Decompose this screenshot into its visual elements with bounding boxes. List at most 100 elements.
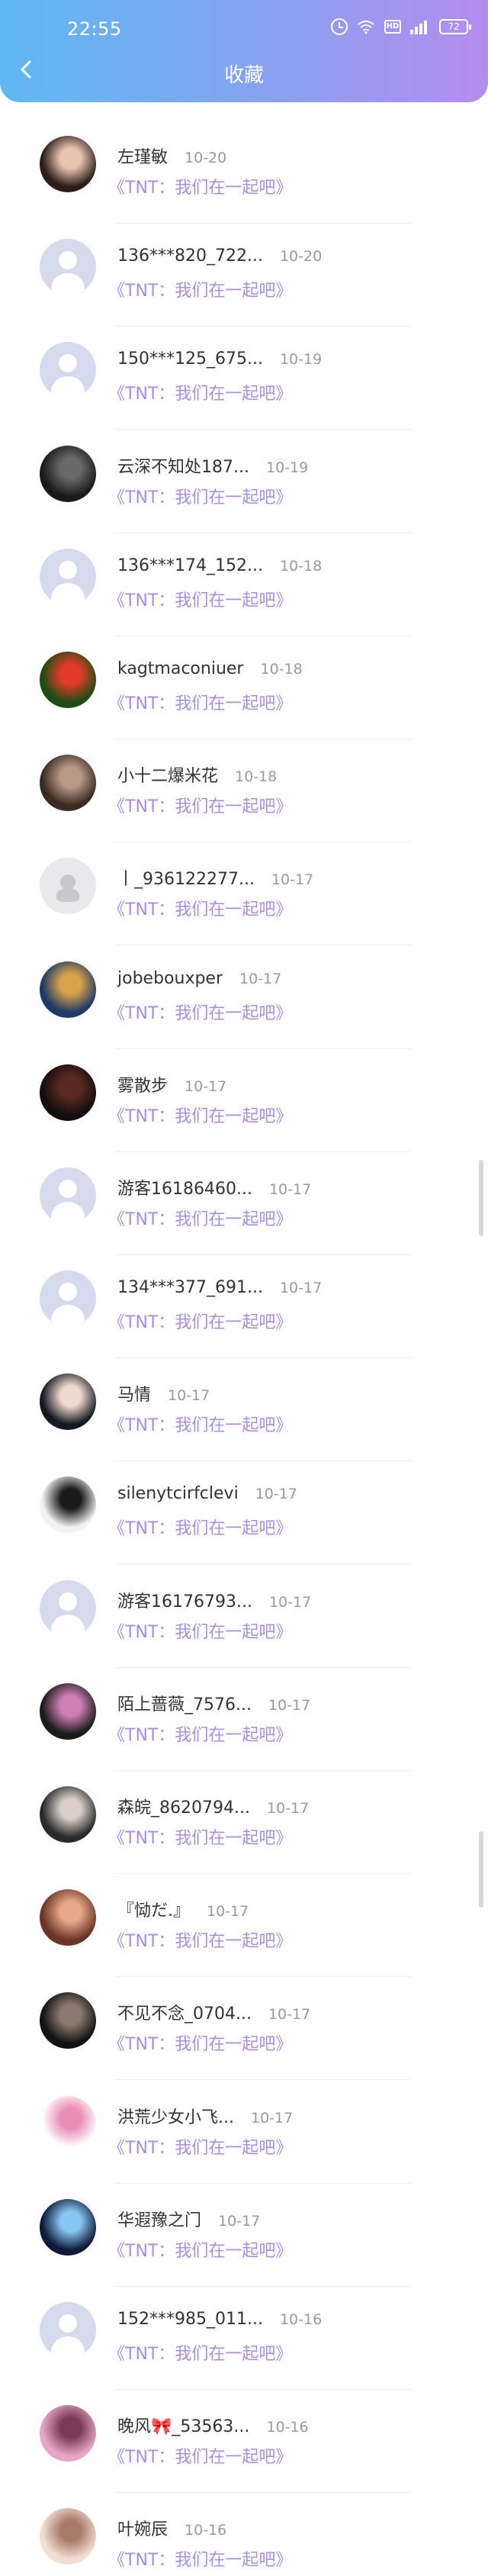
list-item[interactable]: 150***125_675... 10-19 《TNT：我们在一起吧》 — [0, 328, 488, 431]
avatar[interactable] — [40, 1167, 96, 1224]
scrollbar-thumb[interactable] — [479, 1831, 483, 1908]
list-item[interactable]: silenytcirfclevi 10-17 《TNT：我们在一起吧》 — [0, 1463, 488, 1566]
list-item[interactable]: 陌上蔷薇_7576... 10-17 《TNT：我们在一起吧》 — [0, 1670, 488, 1773]
user-name[interactable]: 马情 10-17 — [117, 1381, 210, 1406]
list-item[interactable]: 森皖_8620794... 10-17 《TNT：我们在一起吧》 — [0, 1773, 488, 1876]
avatar[interactable] — [40, 2095, 96, 2153]
avatar[interactable] — [40, 445, 96, 502]
list-item[interactable]: 云深不知处187... 10-19 《TNT：我们在一起吧》 — [0, 432, 488, 535]
user-name[interactable]: 游客16186460... 10-17 — [117, 1175, 311, 1199]
work-title-link[interactable]: 《TNT：我们在一起吧》 — [108, 2030, 292, 2055]
work-title-link[interactable]: 《TNT：我们在一起吧》 — [108, 1824, 292, 1849]
work-title-link[interactable]: 《TNT：我们在一起吧》 — [108, 277, 292, 301]
user-name[interactable]: 小十二爆米花 10-18 — [117, 762, 277, 787]
work-title-link[interactable]: 《TNT：我们在一起吧》 — [108, 1721, 292, 1746]
avatar[interactable] — [40, 2198, 96, 2256]
avatar[interactable] — [40, 1270, 96, 1328]
list-item[interactable]: 游客16186460... 10-17 《TNT：我们在一起吧》 — [0, 1154, 488, 1257]
user-name[interactable]: 云深不知处187... 10-19 — [117, 453, 308, 478]
scrollbar-thumb[interactable] — [479, 1160, 483, 1236]
user-name-text: jobebouxper — [117, 968, 223, 988]
list-item[interactable]: 136***820_722... 10-20 《TNT：我们在一起吧》 — [0, 225, 488, 328]
work-title-link[interactable]: 《TNT：我们在一起吧》 — [108, 1309, 292, 1333]
work-title-link[interactable]: 《TNT：我们在一起吧》 — [108, 1515, 292, 1539]
user-name[interactable]: 不见不念_0704... 10-17 — [117, 2000, 310, 2024]
work-title-link[interactable]: 《TNT：我们在一起吧》 — [108, 2546, 292, 2571]
user-name[interactable]: 华遐豫之门 10-17 — [117, 2207, 260, 2231]
list-item[interactable]: 叶婉辰 10-16 《TNT：我们在一起吧》 — [0, 2494, 488, 2576]
list-item[interactable]: 雾散步 10-17 《TNT：我们在一起吧》 — [0, 1051, 488, 1154]
user-name[interactable]: 150***125_675... 10-19 — [117, 349, 322, 369]
work-title-link[interactable]: 《TNT：我们在一起吧》 — [108, 1927, 292, 1952]
avatar[interactable] — [40, 136, 96, 192]
list-item[interactable]: jobebouxper 10-17 《TNT：我们在一起吧》 — [0, 948, 488, 1051]
list-item[interactable]: 不见不念_0704... 10-17 《TNT：我们在一起吧》 — [0, 1979, 488, 2082]
user-name[interactable]: 雾散步 10-17 — [117, 1072, 226, 1096]
list-item[interactable]: 134***377_691... 10-17 《TNT：我们在一起吧》 — [0, 1257, 488, 1360]
list-item[interactable]: 152***985_011... 10-16 《TNT：我们在一起吧》 — [0, 2288, 488, 2391]
avatar[interactable] — [40, 1476, 96, 1534]
avatar[interactable] — [40, 858, 96, 915]
list-item[interactable]: 丨_936122277... 10-17 《TNT：我们在一起吧》 — [0, 844, 488, 947]
user-name[interactable]: 晚风🎀_53563... 10-16 — [117, 2413, 309, 2437]
user-name[interactable]: 136***820_722... 10-20 — [117, 246, 322, 266]
list-item[interactable]: 游客16176793... 10-17 《TNT：我们在一起吧》 — [0, 1567, 488, 1670]
avatar[interactable] — [40, 651, 96, 708]
user-name[interactable]: 152***985_011... 10-16 — [117, 2310, 322, 2329]
work-title-link[interactable]: 《TNT：我们在一起吧》 — [108, 587, 292, 611]
list-item[interactable]: 小十二爆米花 10-18 《TNT：我们在一起吧》 — [0, 741, 488, 844]
avatar[interactable] — [40, 1682, 96, 1740]
avatar[interactable] — [40, 2405, 96, 2462]
avatar[interactable] — [40, 1579, 96, 1637]
avatar[interactable] — [40, 342, 96, 399]
avatar[interactable] — [40, 1889, 96, 1946]
avatar[interactable] — [40, 1064, 96, 1121]
list-item[interactable]: 华遐豫之门 10-17 《TNT：我们在一起吧》 — [0, 2185, 488, 2288]
work-title-link[interactable]: 《TNT：我们在一起吧》 — [108, 1103, 292, 1127]
work-title-link[interactable]: 《TNT：我们在一起吧》 — [108, 2340, 292, 2365]
user-name[interactable]: silenytcirfclevi 10-17 — [117, 1484, 297, 1503]
work-title-link[interactable]: 《TNT：我们在一起吧》 — [108, 1000, 292, 1024]
avatar[interactable] — [40, 239, 96, 296]
avatar[interactable] — [40, 2508, 96, 2565]
avatar[interactable] — [40, 1373, 96, 1431]
avatar[interactable] — [40, 1992, 96, 2050]
work-title-link[interactable]: 《TNT：我们在一起吧》 — [108, 380, 292, 404]
avatar[interactable] — [40, 1786, 96, 1843]
work-title-link[interactable]: 《TNT：我们在一起吧》 — [108, 484, 292, 508]
user-name[interactable]: 丨_936122277... 10-17 — [117, 865, 313, 890]
user-name[interactable]: 『恸だ.』 10-17 — [117, 1897, 249, 1921]
user-name[interactable]: 134***377_691... 10-17 — [117, 1278, 322, 1297]
user-name[interactable]: kagtmaconiuer 10-18 — [117, 659, 303, 678]
user-name[interactable]: jobebouxper 10-17 — [117, 969, 281, 988]
user-name[interactable]: 陌上蔷薇_7576... 10-17 — [117, 1691, 310, 1715]
list-item[interactable]: 洪荒少女小飞... 10-17 《TNT：我们在一起吧》 — [0, 2082, 488, 2185]
user-name[interactable]: 洪荒少女小飞... 10-17 — [117, 2104, 293, 2128]
list-item[interactable]: 左瑾敏 10-20 《TNT：我们在一起吧》 — [0, 122, 488, 225]
work-title-link[interactable]: 《TNT：我们在一起吧》 — [108, 2237, 292, 2262]
avatar[interactable] — [40, 961, 96, 1018]
list-item[interactable]: 『恸だ.』 10-17 《TNT：我们在一起吧》 — [0, 1876, 488, 1979]
user-name[interactable]: 叶婉辰 10-16 — [117, 2516, 226, 2540]
user-name-text: 雾散步 — [117, 1076, 169, 1096]
user-name[interactable]: 136***174_152... 10-18 — [117, 556, 322, 575]
work-title-link[interactable]: 《TNT：我们在一起吧》 — [108, 793, 292, 817]
work-title-link[interactable]: 《TNT：我们在一起吧》 — [108, 1618, 292, 1643]
avatar[interactable] — [40, 755, 96, 812]
user-name[interactable]: 森皖_8620794... 10-17 — [117, 1794, 309, 1818]
work-title-link[interactable]: 《TNT：我们在一起吧》 — [108, 1206, 292, 1230]
work-title-link[interactable]: 《TNT：我们在一起吧》 — [108, 690, 292, 714]
work-title-link[interactable]: 《TNT：我们在一起吧》 — [108, 2443, 292, 2468]
list-item[interactable]: 马情 10-17 《TNT：我们在一起吧》 — [0, 1360, 488, 1463]
avatar[interactable] — [40, 2301, 96, 2359]
work-title-link[interactable]: 《TNT：我们在一起吧》 — [108, 2134, 292, 2159]
list-item[interactable]: 晚风🎀_53563... 10-16 《TNT：我们在一起吧》 — [0, 2391, 488, 2494]
user-name[interactable]: 游客16176793... 10-17 — [117, 1588, 311, 1612]
user-name[interactable]: 左瑾敏 10-20 — [117, 143, 226, 168]
list-item[interactable]: kagtmaconiuer 10-18 《TNT：我们在一起吧》 — [0, 638, 488, 741]
work-title-link[interactable]: 《TNT：我们在一起吧》 — [108, 896, 292, 920]
work-title-link[interactable]: 《TNT：我们在一起吧》 — [108, 174, 292, 198]
avatar[interactable] — [40, 548, 96, 605]
list-item[interactable]: 136***174_152... 10-18 《TNT：我们在一起吧》 — [0, 535, 488, 638]
work-title-link[interactable]: 《TNT：我们在一起吧》 — [108, 1412, 292, 1436]
